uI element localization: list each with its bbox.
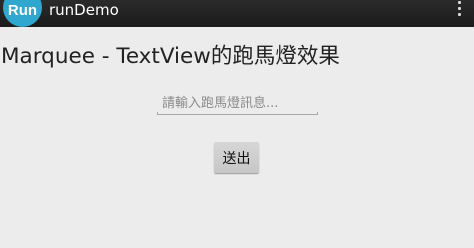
app-logo-text: Run <box>7 2 38 19</box>
marquee-textview: Marquee - TextView的跑馬燈效果 <box>1 44 340 69</box>
input-underline <box>157 112 318 115</box>
app-logo-icon[interactable]: Run <box>3 0 42 27</box>
app-title: runDemo <box>49 1 119 19</box>
send-button[interactable]: 送出 <box>214 142 259 173</box>
action-bar: Run runDemo <box>0 0 474 27</box>
overflow-menu-icon[interactable] <box>456 0 462 18</box>
